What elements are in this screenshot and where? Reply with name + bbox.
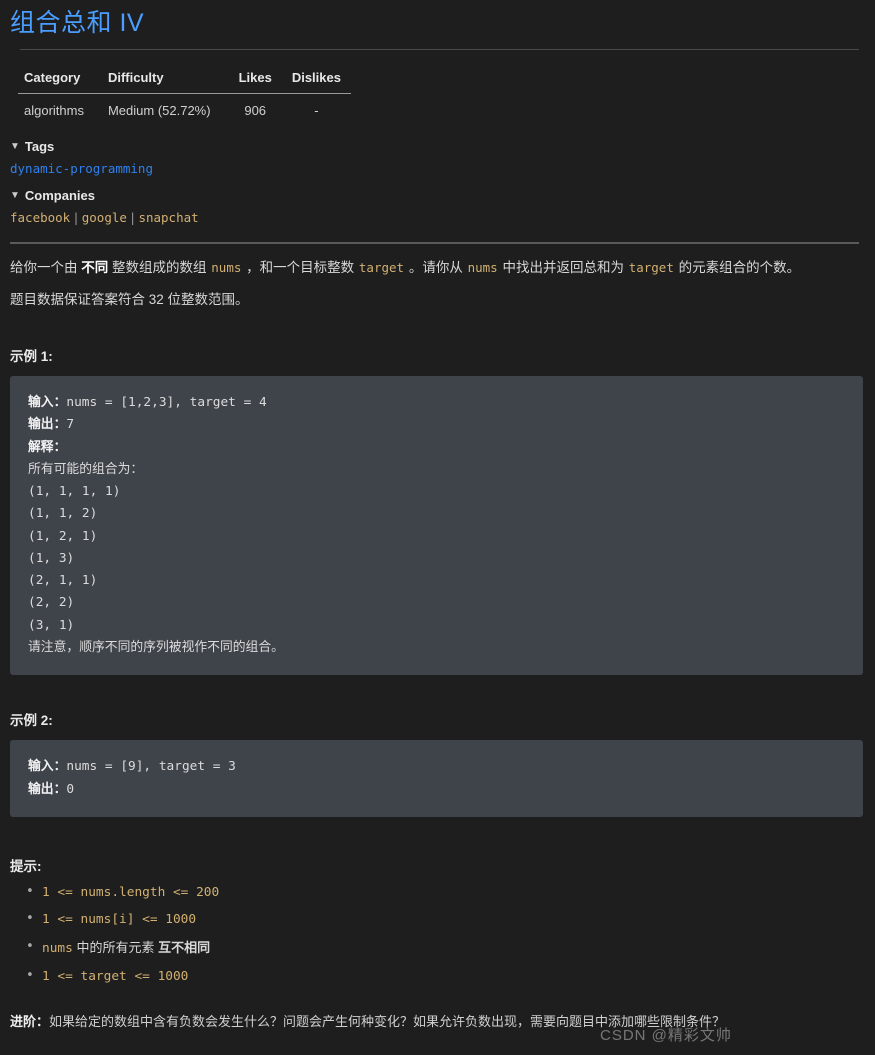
inline-code-nums: nums (467, 260, 498, 276)
content-divider (10, 242, 859, 245)
desc-text: 整数组成的数组 (108, 260, 211, 276)
problem-page: 组合总和 IV Category Difficulty Likes Dislik… (0, 0, 875, 1044)
page-title: 组合总和 IV (10, 9, 145, 37)
table-header-row: Category Difficulty Likes Dislikes (18, 64, 351, 95)
column-header-category: Category (18, 64, 102, 95)
companies-section-toggle[interactable]: ▼ Companies (10, 188, 875, 203)
list-item: 1 <= target <= 1000 (26, 968, 875, 986)
desc-text: 的元素组合的个数。 (674, 260, 801, 276)
example-1-combination: (1, 2, 1) (28, 528, 98, 544)
company-separator: | (72, 210, 80, 226)
example-1-combination: (1, 1, 1, 1) (28, 484, 121, 500)
caret-down-icon: ▼ (10, 140, 20, 152)
company-link-facebook[interactable]: facebook (10, 210, 70, 225)
desc-emphasis: 不同 (81, 260, 109, 276)
tags-list: dynamic-programming (10, 161, 875, 176)
tag-link-dynamic-programming[interactable]: dynamic-programming (10, 161, 153, 176)
followup-text: 如果给定的数组中含有负数会发生什么？问题会产生何种变化？如果允许负数出现，需要向… (49, 1014, 726, 1030)
hints-list: 1 <= nums.length <= 200 1 <= nums[i] <= … (0, 884, 875, 986)
desc-text: ，和一个目标整数 (242, 260, 358, 276)
desc-text: 。请你从 (405, 260, 467, 276)
companies-list: facebook | google | snapchat (10, 210, 875, 225)
example-2-code-block: 输入：nums = [9], target = 3 输出：0 (10, 740, 863, 817)
example-2-input-value: nums = [9], target = 3 (66, 759, 236, 775)
cell-likes: 906 (244, 103, 267, 119)
column-header-likes: Likes (228, 64, 282, 95)
example-1-combination: (2, 1, 1) (28, 573, 98, 589)
cell-dislikes: - (314, 103, 319, 119)
hint-code: 1 <= target <= 1000 (42, 968, 189, 984)
title-divider (20, 49, 859, 51)
list-item: 1 <= nums[i] <= 1000 (26, 911, 875, 929)
followup-paragraph: 进阶：如果给定的数组中含有负数会发生什么？问题会产生何种变化？如果允许负数出现，… (10, 1012, 875, 1032)
example-1-heading: 示例 1: (10, 349, 53, 365)
example-1-input-label: 输入： (28, 395, 67, 411)
problem-meta-table: Category Difficulty Likes Dislikes algor… (18, 64, 351, 127)
followup-label: 进阶： (10, 1014, 50, 1030)
cell-difficulty: Medium (52.72%) (107, 103, 211, 119)
hint-code: 1 <= nums[i] <= 1000 (42, 912, 197, 928)
inline-code-target: target (358, 260, 405, 276)
description-paragraph-1: 给你一个由 不同 整数组成的数组 nums ，和一个目标整数 target 。请… (10, 258, 875, 279)
example-1-combination: (1, 1, 2) (28, 506, 98, 522)
example-2-input-label: 输入： (28, 759, 67, 775)
example-1-combination: (2, 2) (28, 595, 75, 611)
example-1-explain-label: 解释： (28, 439, 67, 455)
example-1-combination: (3, 1) (28, 617, 75, 633)
column-header-dislikes: Dislikes (281, 64, 351, 95)
desc-text: 给你一个由 (10, 260, 82, 276)
example-1-note: 请注意，顺序不同的序列被视作不同的组合。 (28, 640, 284, 656)
caret-down-icon: ▼ (10, 189, 20, 201)
tags-section-label: Tags (24, 139, 55, 155)
inline-code-nums: nums (211, 260, 242, 276)
example-1-output-label: 输出： (28, 417, 67, 433)
cell-category: algorithms (24, 103, 84, 119)
example-1-code-block: 输入：nums = [1,2,3], target = 4 输出：7 解释： 所… (10, 376, 863, 676)
list-item: nums 中的所有元素 互不相同 (26, 939, 875, 958)
hint-emphasis: 互不相同 (158, 940, 211, 956)
example-2-output-value: 0 (66, 781, 75, 797)
example-2-output-label: 输出： (28, 781, 67, 797)
table-row: algorithms Medium (52.72%) 906 - (18, 94, 351, 128)
hint-code: 1 <= nums.length <= 200 (42, 884, 220, 900)
hint-code: nums (42, 941, 73, 957)
description-paragraph-2: 题目数据保证答案符合 32 位整数范围。 (10, 292, 249, 308)
hints-heading: 提示: (10, 858, 42, 874)
example-2-heading: 示例 2: (10, 713, 53, 729)
company-separator: | (128, 210, 137, 226)
companies-section-label: Companies (24, 188, 95, 204)
example-1-combination: (1, 3) (28, 550, 75, 566)
example-1-explain-intro: 所有可能的组合为： (28, 461, 144, 477)
example-1-input-value: nums = [1,2,3], target = 4 (66, 395, 267, 411)
company-link-snapchat[interactable]: snapchat (138, 210, 198, 225)
inline-code-target: target (628, 260, 674, 276)
list-item: 1 <= nums.length <= 200 (26, 884, 875, 902)
company-link-google[interactable]: google (82, 210, 127, 225)
hint-text: 中的所有元素 (72, 940, 159, 956)
example-1-output-value: 7 (66, 417, 75, 433)
desc-text: 中找出并返回总和为 (498, 260, 628, 276)
tags-section-toggle[interactable]: ▼ Tags (10, 139, 875, 154)
column-header-difficulty: Difficulty (101, 64, 229, 95)
